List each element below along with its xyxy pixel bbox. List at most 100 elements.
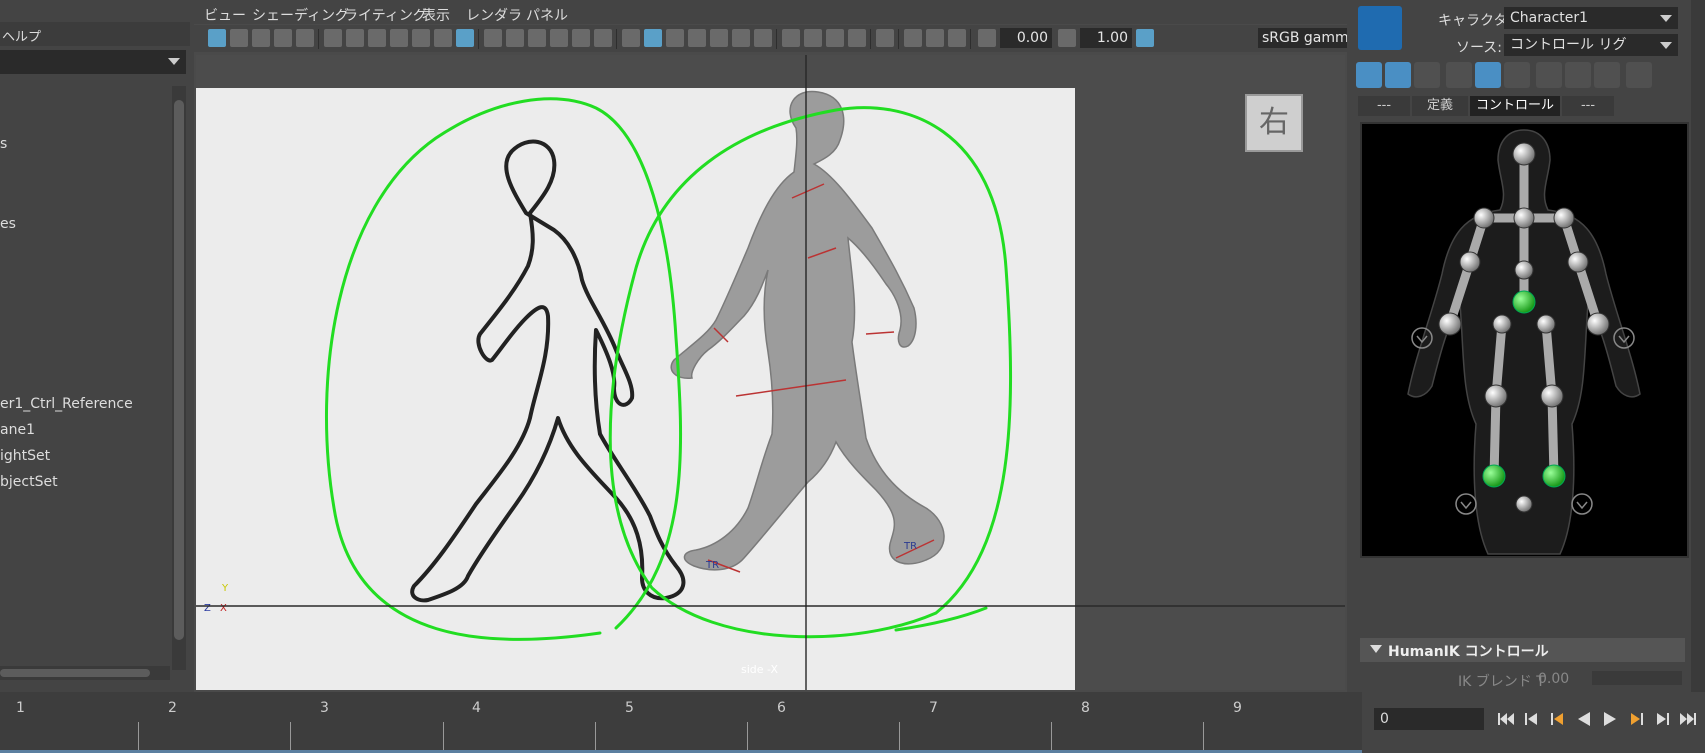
menu-renderer[interactable]: レンダラ xyxy=(466,5,522,25)
exposure-icon[interactable] xyxy=(978,29,996,47)
current-frame-field[interactable]: 0 xyxy=(1374,708,1484,730)
cube-wireframe-icon[interactable] xyxy=(622,29,640,47)
exposure-field[interactable]: 0.00 xyxy=(1000,28,1052,48)
stance-pose-icon[interactable] xyxy=(1446,62,1472,88)
mirror-icon[interactable] xyxy=(1536,62,1562,88)
checker-icon[interactable] xyxy=(710,29,728,47)
select-camera-icon[interactable] xyxy=(208,29,226,47)
chevron-down-icon[interactable] xyxy=(1660,42,1672,49)
source-dropdown[interactable]: コントロール リグ xyxy=(1504,34,1678,56)
view-transform-dropdown[interactable]: sRGB gamma xyxy=(1258,28,1347,48)
humanik-controls-section[interactable]: HumanIK コントロール xyxy=(1360,638,1685,662)
go-to-end-icon[interactable] xyxy=(1678,710,1698,728)
next-key-icon[interactable] xyxy=(1626,710,1646,728)
resolution-gate-icon[interactable] xyxy=(368,29,386,47)
viewport-grid-lines xyxy=(196,55,1345,690)
outliner-item[interactable]: es xyxy=(0,216,16,232)
body-part-ik-icon[interactable] xyxy=(1385,62,1411,88)
chevron-down-icon[interactable] xyxy=(1660,15,1672,22)
viewcube-right[interactable]: 右 xyxy=(1245,94,1303,152)
gate-mask-icon[interactable] xyxy=(390,29,408,47)
motion-blur-icon[interactable] xyxy=(804,29,822,47)
xray-active-icon[interactable] xyxy=(926,29,944,47)
menu-help[interactable]: ヘルプ xyxy=(2,26,41,45)
selection-only-icon[interactable] xyxy=(1414,62,1440,88)
full-body-ik-icon[interactable] xyxy=(1356,62,1382,88)
scrollbar-thumb[interactable] xyxy=(0,669,150,677)
light-icon[interactable] xyxy=(732,29,750,47)
pin-rotate-icon[interactable] xyxy=(1504,62,1530,88)
outliner-item[interactable]: ane1 xyxy=(0,422,35,438)
tab-blank-2[interactable]: --- xyxy=(1562,96,1614,116)
outliner-item[interactable]: er1_Ctrl_Reference xyxy=(0,396,133,412)
2d-pan-icon[interactable] xyxy=(296,29,314,47)
cube-shaded-icon[interactable] xyxy=(644,29,662,47)
step-back-icon[interactable] xyxy=(1522,710,1542,728)
figure-orange-icon[interactable] xyxy=(1626,62,1652,88)
outliner-vertical-scrollbar[interactable] xyxy=(172,86,186,670)
xray-icon[interactable] xyxy=(688,29,706,47)
menu-lighting[interactable]: ライティング xyxy=(344,5,427,25)
outliner-item[interactable]: ightSet xyxy=(0,448,50,464)
reset-icon[interactable] xyxy=(1565,62,1591,88)
character-dropdown[interactable]: Character1 xyxy=(1504,7,1678,29)
tab-blank-1[interactable]: --- xyxy=(1358,96,1410,116)
character-label: キャラクタ: xyxy=(1438,13,1513,29)
pin-translate-icon[interactable] xyxy=(1475,62,1501,88)
film-gate-icon[interactable] xyxy=(346,29,364,47)
shadows-icon[interactable] xyxy=(754,29,772,47)
ik-blend-slider[interactable] xyxy=(1592,671,1682,685)
chevron-down-icon[interactable] xyxy=(168,58,180,65)
go-to-start-icon[interactable] xyxy=(1496,710,1516,728)
wireframe-icon[interactable] xyxy=(506,29,524,47)
tab-definition[interactable]: 定義 xyxy=(1412,96,1468,116)
xray-joints-icon[interactable] xyxy=(904,29,922,47)
menu-view[interactable]: ビュー xyxy=(204,5,246,25)
image-plane-icon[interactable] xyxy=(274,29,292,47)
menu-shading[interactable]: シェーディング xyxy=(252,5,349,25)
prev-key-icon[interactable] xyxy=(1548,710,1568,728)
pencil-icon[interactable] xyxy=(456,29,474,47)
isolate-select-icon[interactable] xyxy=(876,29,894,47)
smooth-shade-icon[interactable] xyxy=(528,29,546,47)
grease-pencil-icon[interactable] xyxy=(324,29,342,47)
bookmark-icon[interactable] xyxy=(252,29,270,47)
textured-icon[interactable] xyxy=(572,29,590,47)
safe-action-icon[interactable] xyxy=(434,29,452,47)
menu-show[interactable]: 表示 xyxy=(422,5,450,25)
field-chart-icon[interactable] xyxy=(412,29,430,47)
outliner-item[interactable]: bjectSet xyxy=(0,474,58,490)
key-icon[interactable] xyxy=(1594,62,1620,88)
humanik-scrollbar[interactable] xyxy=(1691,0,1705,692)
viewport-canvas[interactable]: TR TR Y Z X 右 side -X xyxy=(196,55,1345,690)
frame-tick-label: 9 xyxy=(1233,700,1242,716)
play-forward-icon[interactable] xyxy=(1600,710,1620,728)
grid-icon[interactable] xyxy=(484,29,502,47)
frame-selection-icon[interactable] xyxy=(948,29,966,47)
play-backward-icon[interactable] xyxy=(1574,710,1594,728)
wireframe-on-shaded-icon[interactable] xyxy=(666,29,684,47)
antialias-icon[interactable] xyxy=(826,29,844,47)
outliner-item[interactable]: s xyxy=(0,136,7,152)
time-slider[interactable]: 1 2 3 4 5 6 7 8 9 xyxy=(0,692,1362,753)
outliner-filter-dropdown[interactable] xyxy=(0,50,186,74)
text-icon[interactable] xyxy=(594,29,612,47)
depth-of-field-icon[interactable] xyxy=(848,29,866,47)
source-label: ソース: xyxy=(1456,40,1503,56)
menu-panels[interactable]: パネル xyxy=(526,5,568,25)
bounding-box-icon[interactable] xyxy=(550,29,568,47)
humanik-skeleton xyxy=(1407,129,1641,555)
tab-controls[interactable]: コントロール xyxy=(1470,96,1560,116)
ambient-occlusion-icon[interactable] xyxy=(782,29,800,47)
camera-attributes-icon[interactable] xyxy=(230,29,248,47)
viewport-menubar: ビュー シェーディング ライティング 表示 レンダラ パネル xyxy=(194,0,1347,24)
gamma-field[interactable]: 1.00 xyxy=(1080,28,1132,48)
gamma-icon[interactable] xyxy=(1058,29,1076,47)
step-forward-icon[interactable] xyxy=(1652,710,1672,728)
outliner-horizontal-scrollbar[interactable] xyxy=(0,666,170,680)
collapse-triangle-icon[interactable] xyxy=(1370,645,1382,653)
ik-blend-value[interactable]: 0.00 xyxy=(1538,671,1569,687)
scrollbar-thumb[interactable] xyxy=(174,100,184,640)
humanik-logo-icon[interactable] xyxy=(1358,6,1402,50)
color-management-icon[interactable] xyxy=(1136,29,1154,47)
